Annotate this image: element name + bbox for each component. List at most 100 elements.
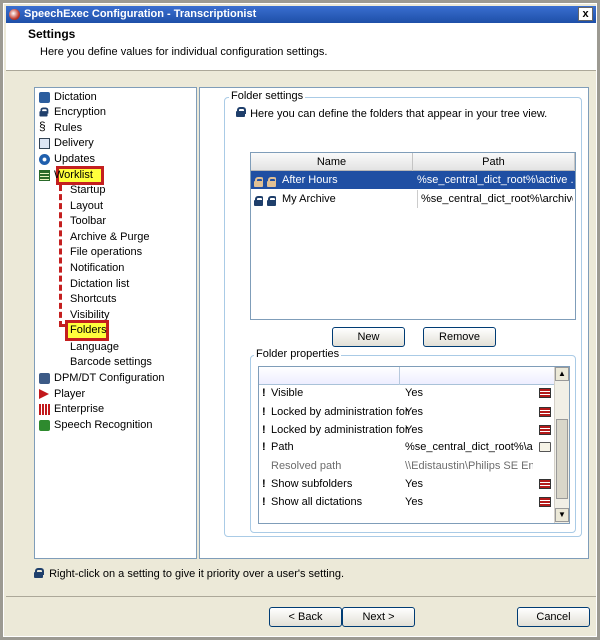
folder-properties-title: Folder properties — [254, 348, 342, 360]
folder-name: My Archive — [282, 193, 336, 205]
table-row[interactable]: After Hours %se_central_dict_root%\activ… — [251, 171, 575, 189]
settings-header: Settings Here you define values for indi… — [6, 23, 596, 71]
footer-note-text: Right-click on a setting to give it prio… — [49, 568, 345, 580]
window-title: SpeechExec Configuration - Transcription… — [24, 8, 257, 20]
list-icon[interactable] — [539, 407, 551, 417]
property-value: \\Edistaustin\Philips SE Enter — [405, 460, 533, 472]
priority-mark: ! — [262, 441, 266, 453]
close-button[interactable]: x — [578, 7, 593, 21]
tree-label: Worklist — [54, 169, 93, 181]
folder-properties-grid[interactable]: ! Visible Yes ! Locked by administration… — [258, 366, 570, 524]
tree-item-folders[interactable]: Folders — [70, 323, 107, 338]
list-icon[interactable] — [539, 425, 551, 435]
column-path[interactable]: Path — [413, 153, 575, 171]
settings-tree[interactable]: Dictation Encryption § Rules Delivery Up… — [34, 87, 197, 559]
property-value[interactable]: Yes — [405, 493, 533, 511]
worklist-icon — [39, 170, 50, 181]
property-row-visible[interactable]: ! Visible Yes — [259, 384, 555, 402]
tree-item-notification[interactable]: Notification — [70, 261, 124, 276]
tree-label: Dictation — [54, 91, 97, 103]
back-button[interactable]: < Back — [269, 607, 342, 627]
folder-path: %se_central_dict_root%\active ...\ — [417, 174, 573, 186]
new-button[interactable]: New — [332, 327, 405, 347]
property-name: Show all dictations — [271, 496, 363, 508]
list-icon[interactable] — [539, 388, 551, 398]
property-row-locked-1[interactable]: ! Locked by administration for Yes — [259, 403, 555, 421]
property-value[interactable]: Yes — [405, 384, 533, 402]
property-value[interactable]: Yes — [405, 403, 533, 421]
property-value[interactable]: Yes — [405, 421, 533, 439]
dictation-icon — [39, 92, 50, 103]
property-name: Show subfolders — [271, 478, 353, 490]
folder-path: %se_central_dict_root%\archive...\ — [417, 190, 573, 208]
tree-item-file-operations[interactable]: File operations — [70, 245, 142, 260]
folder-icon[interactable] — [539, 442, 551, 452]
tree-label: Speech Recognition — [54, 419, 153, 431]
updates-icon — [39, 154, 50, 165]
tree-item-startup[interactable]: Startup — [70, 183, 105, 198]
encryption-icon — [39, 107, 50, 118]
property-name: Visible — [271, 387, 304, 399]
tree-item-barcode-settings[interactable]: Barcode settings — [70, 355, 152, 370]
tree-item-dictation-list[interactable]: Dictation list — [70, 277, 129, 292]
title-bar: SpeechExec Configuration - Transcription… — [6, 6, 596, 23]
column-name[interactable]: Name — [251, 153, 413, 171]
scroll-down-button[interactable]: ▼ — [555, 508, 569, 522]
property-value[interactable]: %se_central_dict_root%\a...\ — [405, 438, 533, 456]
property-row-show-all-dictations[interactable]: ! Show all dictations Yes — [259, 493, 555, 511]
scroll-thumb[interactable] — [556, 419, 568, 499]
tree-label: Player — [54, 388, 86, 400]
lock-icon — [34, 568, 44, 578]
app-icon — [9, 9, 20, 20]
cancel-button[interactable]: Cancel — [517, 607, 590, 627]
list-icon[interactable] — [539, 479, 551, 489]
tree-label: Delivery — [54, 137, 94, 149]
next-button[interactable]: Next > — [342, 607, 415, 627]
footer-note: Right-click on a setting to give it prio… — [34, 565, 344, 583]
property-value[interactable]: Yes — [405, 475, 533, 493]
property-name: Locked by administration for — [271, 406, 409, 418]
tree-label: Updates — [54, 153, 95, 165]
table-row[interactable]: My Archive %se_central_dict_root%\archiv… — [251, 190, 575, 208]
property-row-show-subfolders[interactable]: ! Show subfolders Yes — [259, 475, 555, 493]
folder-settings-title: Folder settings — [229, 90, 306, 102]
page-title: Settings — [28, 27, 76, 41]
page-description: Here you define values for individual co… — [40, 46, 328, 58]
highlight-connector — [59, 185, 62, 327]
tree-item-toolbar[interactable]: Toolbar — [70, 214, 106, 229]
speech-recognition-icon — [39, 420, 50, 431]
rules-icon: § — [39, 119, 46, 133]
lock-icon — [267, 194, 276, 212]
tree-item-shortcuts[interactable]: Shortcuts — [70, 292, 116, 307]
folder-hint-text: Here you can define the folders that app… — [250, 108, 548, 120]
property-name: Resolved path — [271, 460, 342, 472]
property-name: Locked by administration for — [271, 424, 409, 436]
footer-divider — [6, 596, 596, 597]
folder-name: After Hours — [282, 174, 338, 186]
priority-mark: ! — [262, 406, 266, 418]
folder-table-header: Name Path — [251, 153, 575, 171]
properties-header — [259, 367, 555, 385]
property-name: Path — [271, 441, 294, 453]
priority-mark: ! — [262, 387, 266, 399]
priority-mark: ! — [262, 478, 266, 490]
property-row-locked-2[interactable]: ! Locked by administration for Yes — [259, 421, 555, 439]
tree-label: Encryption — [54, 106, 106, 118]
enterprise-icon — [39, 404, 50, 415]
priority-mark: ! — [262, 496, 266, 508]
tree-label: Rules — [54, 122, 83, 134]
tree-item-archive-purge[interactable]: Archive & Purge — [70, 230, 149, 245]
player-icon — [39, 389, 49, 399]
property-row-path[interactable]: ! Path %se_central_dict_root%\a...\ — [259, 438, 555, 456]
tree-item-language[interactable]: Language — [70, 340, 119, 355]
tree-item-layout[interactable]: Layout — [70, 199, 103, 214]
remove-button[interactable]: Remove — [423, 327, 496, 347]
properties-scrollbar[interactable]: ▲ ▼ — [554, 367, 569, 523]
list-icon[interactable] — [539, 497, 551, 507]
folder-table[interactable]: Name Path After Hours %se_central_dict_r… — [250, 152, 576, 320]
tree-label: Enterprise — [54, 403, 105, 415]
scroll-up-button[interactable]: ▲ — [555, 367, 569, 381]
dpm-icon — [39, 373, 50, 384]
lock-icon — [236, 107, 246, 117]
configuration-window: SpeechExec Configuration - Transcription… — [0, 0, 600, 640]
